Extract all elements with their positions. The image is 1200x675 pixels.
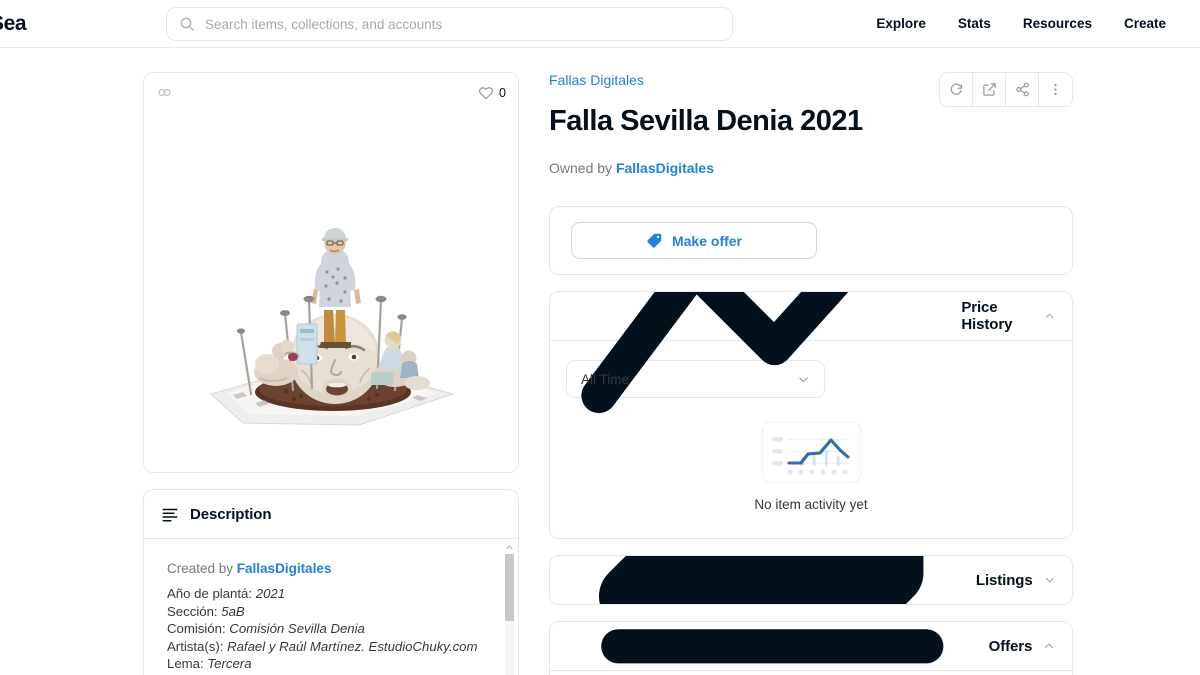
- offers-header[interactable]: Offers: [550, 622, 1072, 670]
- offers-card: Offers: [549, 621, 1073, 675]
- chevron-down-icon: [799, 376, 808, 382]
- description-body: Created by FallasDigitales Año de plantá…: [144, 538, 518, 675]
- creator-link[interactable]: FallasDigitales: [237, 561, 332, 576]
- chevron-up-icon[interactable]: [1043, 639, 1055, 653]
- infinity-link-icon[interactable]: [156, 84, 173, 101]
- make-offer-button[interactable]: Make offer: [571, 222, 817, 259]
- description-scrollbar[interactable]: [503, 543, 516, 675]
- nav-item-resources[interactable]: Resources: [1007, 10, 1108, 37]
- page-title: Falla Sevilla Denia 2021: [549, 105, 863, 137]
- price-history-title: Price History: [961, 299, 1013, 333]
- falla-sculpture-illustration: [209, 228, 455, 426]
- offers-title: Offers: [988, 637, 1033, 655]
- asset-media-card: 0: [143, 72, 519, 473]
- created-prefix: Created by: [167, 561, 237, 576]
- description-title: Description: [190, 505, 272, 523]
- description-header[interactable]: Description: [144, 490, 518, 538]
- asset-artwork[interactable]: [144, 112, 518, 472]
- nav-item-stats[interactable]: Stats: [942, 10, 1007, 37]
- left-column: 0 Description Created by FallasDigitales…: [143, 72, 519, 675]
- make-offer-label: Make offer: [671, 232, 743, 249]
- listings-card: Listings: [549, 555, 1073, 605]
- favorite-control[interactable]: 0: [478, 85, 506, 101]
- favorite-count: 0: [499, 85, 506, 100]
- asset-actions: [939, 72, 1073, 107]
- top-header: Sea Explore Stats Resources Create: [0, 0, 1200, 48]
- asset-card-header: 0: [144, 73, 518, 112]
- more-vertical-icon: [1054, 83, 1057, 96]
- description-scroll-content: Created by FallasDigitales Año de plantá…: [144, 539, 518, 675]
- tag-icon: [647, 233, 662, 248]
- heart-icon[interactable]: [478, 85, 494, 101]
- chart-placeholder-icon: [772, 436, 850, 475]
- description-line: Artista(s): Rafael y Raúl Martínez. Estu…: [167, 638, 478, 654]
- price-history-empty-label: No item activity yet: [754, 497, 868, 512]
- description-line: Comisión: Comisión Sevilla Denia: [167, 621, 365, 636]
- owner-line: Owned by FallasDigitales: [549, 160, 923, 176]
- owned-prefix: Owned by: [549, 160, 616, 176]
- listings-title: Listings: [975, 571, 1033, 589]
- description-line: Lema: Tercera: [167, 656, 252, 671]
- chevron-down-icon[interactable]: [1044, 573, 1055, 587]
- search-icon: [180, 17, 194, 31]
- price-history-card: Price History All Time No item activity …: [549, 291, 1073, 539]
- share-icon: [1015, 82, 1029, 97]
- asset-title-area: Fallas Digitales Falla Sevilla Denia 202…: [549, 72, 1073, 176]
- price-history-header[interactable]: Price History: [550, 292, 1072, 414]
- description-card: Description Created by FallasDigitales A…: [143, 489, 519, 675]
- owner-link[interactable]: FallasDigitales: [616, 160, 714, 176]
- opensea-logo[interactable]: Sea: [0, 12, 30, 36]
- search-bar[interactable]: [166, 7, 733, 41]
- more-options-button[interactable]: [1039, 73, 1072, 106]
- open-original-button[interactable]: [973, 73, 1006, 106]
- main-nav: Explore Stats Resources Create: [860, 10, 1182, 37]
- description-line: Sección: 5aB: [167, 603, 245, 619]
- time-range-value: All Time: [581, 371, 630, 387]
- external-link-icon: [982, 83, 996, 96]
- chevron-up-icon[interactable]: [1044, 309, 1055, 323]
- asset-page: 0 Description Created by FallasDigitales…: [0, 48, 1200, 675]
- chart-line-icon: [581, 292, 849, 414]
- empty-chart-thumb: [761, 422, 861, 483]
- collection-link[interactable]: Fallas Digitales: [549, 72, 644, 88]
- refresh-icon: [950, 83, 962, 95]
- make-offer-card: Make offer: [549, 206, 1073, 275]
- right-column: Fallas Digitales Falla Sevilla Denia 202…: [549, 72, 1073, 675]
- listings-header[interactable]: Listings: [550, 556, 1072, 604]
- nav-item-explore[interactable]: Explore: [860, 10, 942, 37]
- search-input[interactable]: [205, 16, 720, 32]
- nav-item-create[interactable]: Create: [1108, 10, 1182, 37]
- description-created-by: Created by FallasDigitales: [167, 561, 498, 576]
- tag-icon: [599, 556, 924, 604]
- share-button[interactable]: [1006, 73, 1039, 106]
- refresh-metadata-button[interactable]: [940, 73, 973, 106]
- scroll-up-arrow-icon[interactable]: [505, 543, 514, 552]
- scrollbar-track[interactable]: [505, 554, 514, 675]
- list-icon: [601, 628, 944, 664]
- scrollbar-thumb[interactable]: [505, 554, 514, 621]
- description-lines-icon: [162, 508, 178, 522]
- description-line: Año de plantá: 2021: [167, 586, 286, 601]
